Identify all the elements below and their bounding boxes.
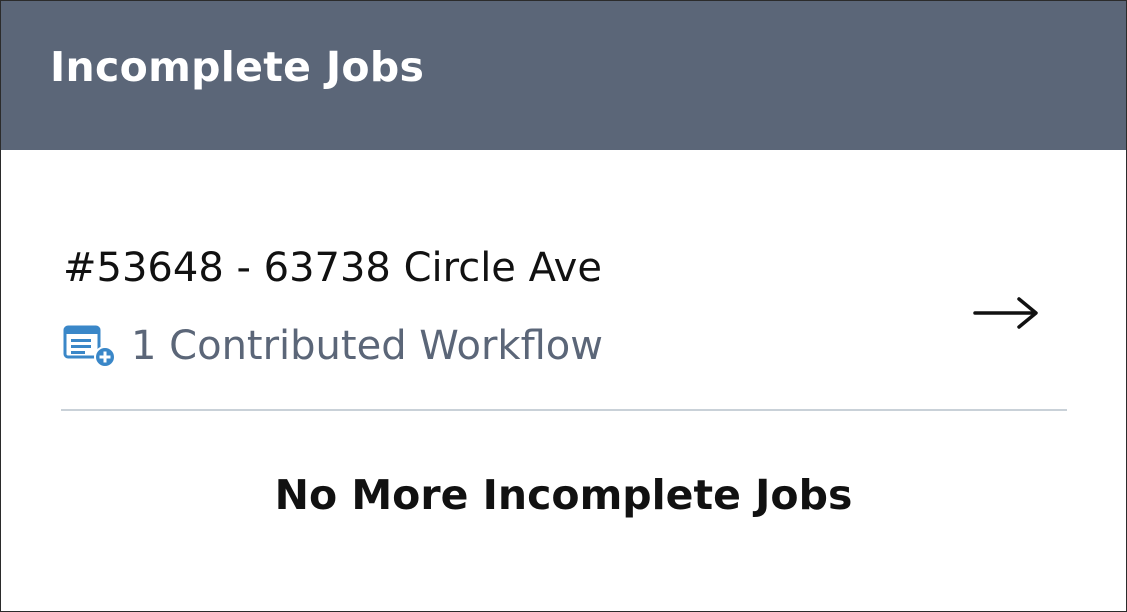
panel-header: Incomplete Jobs [1, 1, 1126, 150]
workflow-summary: 1 Contributed Workflow [63, 321, 603, 371]
list-divider [61, 409, 1067, 411]
workflow-count: 1 Contributed Workflow [131, 323, 603, 369]
page-title: Incomplete Jobs [50, 43, 425, 91]
job-list-item[interactable]: #53648 - 63738 Circle Ave 1 Contributed … [61, 221, 1067, 411]
job-title: #53648 - 63738 Circle Ave [63, 245, 602, 291]
incomplete-jobs-panel: Incomplete Jobs #53648 - 63738 Circle Av… [0, 0, 1127, 612]
empty-list-message: No More Incomplete Jobs [274, 471, 853, 519]
arrow-right-icon[interactable] [973, 293, 1041, 333]
document-add-icon [63, 323, 117, 369]
